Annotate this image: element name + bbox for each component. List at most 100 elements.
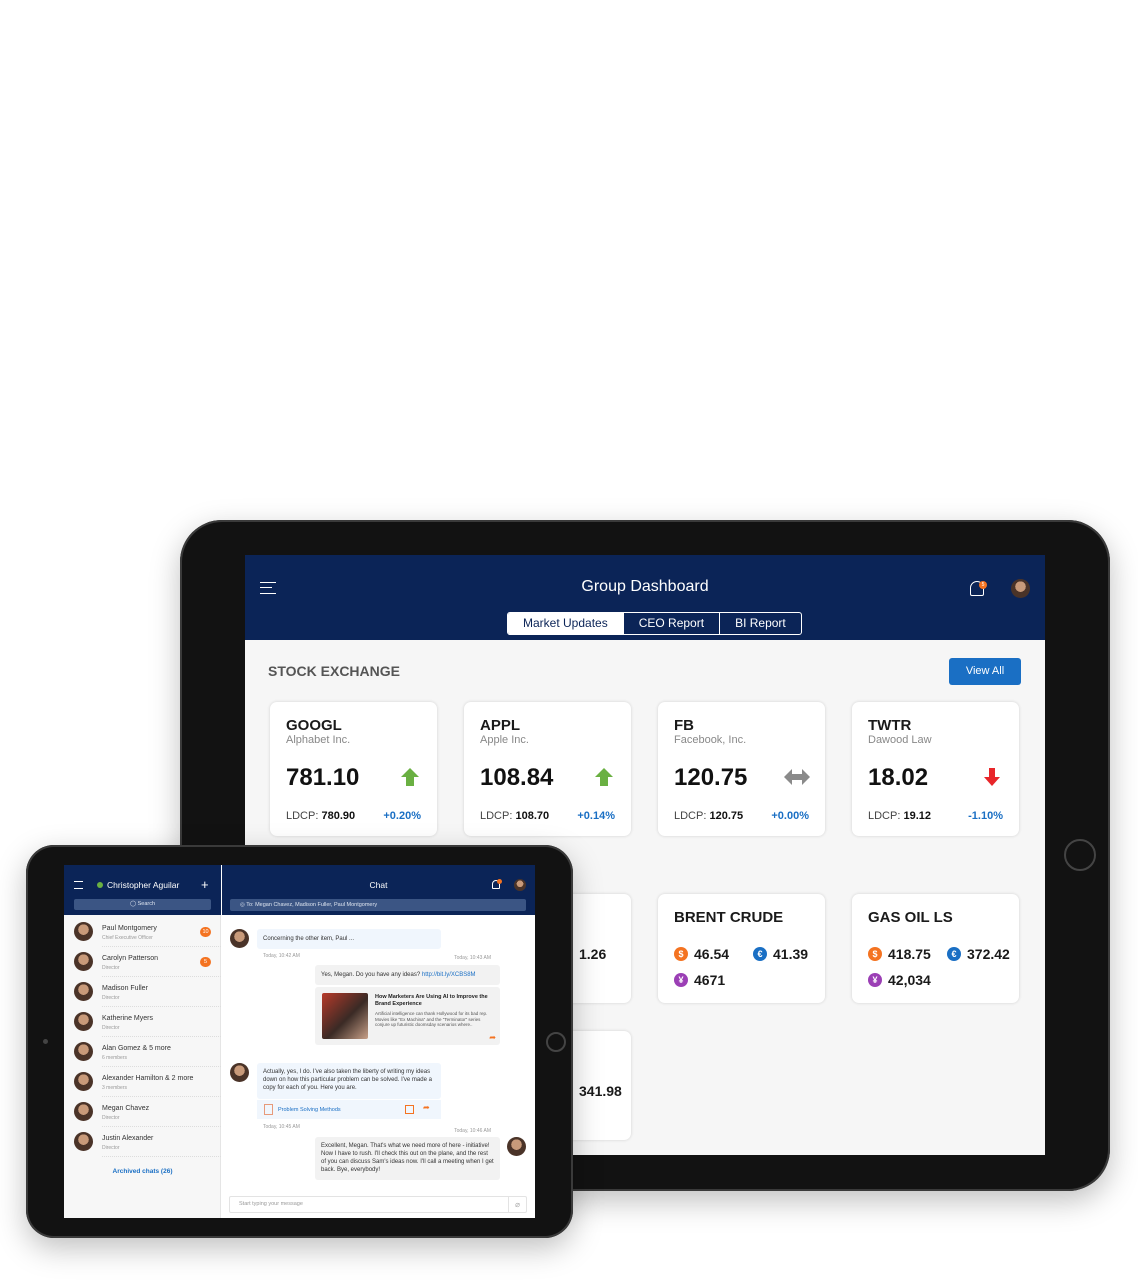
search-placeholder: Search [137, 901, 156, 907]
megan-avatar [230, 1063, 249, 1082]
user-avatar[interactable] [514, 879, 526, 891]
attachment-row[interactable]: Problem Solving Methods ➦ [257, 1099, 441, 1119]
arrow-down-icon [984, 768, 1000, 786]
stock-card[interactable]: APPL Apple Inc. 108.84 LDCP: 108.70 +0.1… [464, 702, 631, 836]
ldcp-value: 120.75 [709, 810, 744, 822]
user-avatar[interactable] [1011, 579, 1030, 598]
ldcp: LDCP: 780.90 [286, 810, 355, 822]
message-bubble: Concerning the other item, Paul ... [257, 929, 441, 949]
recipients-field[interactable]: ◎ To: Megan Chavez, Madison Fuller, Paul… [230, 899, 526, 911]
tab-ceo-report[interactable]: CEO Report [622, 613, 719, 634]
jpy-value: 42,034 [888, 972, 931, 988]
ldcp-label: LDCP: [674, 810, 707, 822]
unread-badge: 5 [200, 957, 211, 967]
ldcp: LDCP: 19.12 [868, 810, 931, 822]
contact-list-item[interactable]: Megan Chavez Director [64, 1097, 221, 1127]
price-change: +0.20% [383, 810, 421, 822]
contact-list-item[interactable]: Madison Fuller Director [64, 977, 221, 1007]
price-change: +0.14% [577, 810, 615, 822]
chat-sidebar: Christopher Aguilar + ◯ Search Paul Mont… [64, 865, 221, 1218]
stock-card[interactable]: GOOGL Alphabet Inc. 781.10 LDCP: 780.90 … [270, 702, 437, 836]
tab-market-updates[interactable]: Market Updates [508, 613, 623, 634]
commodity-name: BRENT CRUDE [674, 909, 784, 926]
contact-avatar [74, 1042, 93, 1061]
link-preview-card[interactable]: How Marketers Are Using AI to Improve th… [315, 987, 500, 1045]
stock-price: 781.10 [286, 764, 360, 791]
contact-avatar [74, 982, 93, 1001]
commodity-card[interactable]: GAS OIL LS $418.75 €372.42 ¥42,034 [852, 894, 1019, 1003]
contact-list-item[interactable]: Paul Montgomery Chief Executive Officer … [64, 917, 221, 947]
view-all-button[interactable]: View All [949, 658, 1021, 685]
commodity-card[interactable]: BRENT CRUDE $46.54 €41.39 ¥4671 [658, 894, 825, 1003]
contact-name: Carolyn Patterson [102, 955, 159, 962]
commodity-name: GAS OIL LS [868, 909, 953, 926]
price-change: +0.00% [771, 810, 809, 822]
message-text: Yes, Megan. Do you have any ideas? [321, 972, 421, 978]
stock-symbol: APPL [480, 717, 521, 734]
document-icon [264, 1104, 273, 1115]
new-chat-plus-icon[interactable]: + [201, 878, 209, 891]
message-link[interactable]: http://bit.ly/XCBS8M [422, 972, 476, 978]
contact-list-item[interactable]: Justin Alexander Director [64, 1127, 221, 1157]
ldcp-label: LDCP: [286, 810, 319, 822]
contact-role: Director [102, 1025, 120, 1031]
paul-avatar [507, 1137, 526, 1156]
contact-list-item[interactable]: Alan Gomez & 5 more 6 members [64, 1037, 221, 1067]
stock-card[interactable]: FB Facebook, Inc. 120.75 LDCP: 120.75 +0… [658, 702, 825, 836]
chat-screen: Christopher Aguilar + ◯ Search Paul Mont… [64, 865, 535, 1218]
stock-card[interactable]: TWTR Dawood Law 18.02 LDCP: 19.12 -1.10% [852, 702, 1019, 836]
contact-role: Director [102, 1145, 120, 1151]
message-timestamp: Today, 10:42 AM [263, 953, 300, 959]
share-icon[interactable]: ➦ [489, 1033, 496, 1042]
contact-list-item[interactable]: Carolyn Patterson Director 5 [64, 947, 221, 977]
company-name: Alphabet Inc. [286, 734, 351, 746]
ldcp-value: 19.12 [903, 810, 931, 822]
contact-name: Katherine Myers [102, 1015, 153, 1022]
contact-avatar [74, 1102, 93, 1121]
save-icon[interactable] [405, 1105, 414, 1114]
link-preview-image [322, 993, 368, 1039]
contact-list-item[interactable]: Katherine Myers Director [64, 1007, 221, 1037]
stock-symbol: GOOGL [286, 717, 342, 734]
section-title: STOCK EXCHANGE [268, 663, 400, 679]
link-preview-description: Artificial intelligence can thank Hollyw… [375, 1011, 488, 1027]
tab-bi-report[interactable]: BI Report [719, 613, 801, 634]
contact-role: Chief Executive Officer [102, 935, 153, 941]
contact-avatar [74, 922, 93, 941]
contact-name: Madison Fuller [102, 985, 148, 992]
page-title: Group Dashboard [581, 578, 709, 595]
euro-icon: € [753, 947, 767, 961]
paperclip-icon[interactable]: ⌀ [508, 1197, 526, 1212]
stock-price: 108.84 [480, 764, 554, 791]
chat-header: Chat ◎ To: Megan Chavez, Madison Fuller,… [222, 865, 535, 915]
megan-avatar [230, 929, 249, 948]
message-input[interactable]: Start typing your message ⌀ [229, 1196, 527, 1213]
jpy-value: 4671 [694, 972, 726, 988]
stock-price: 120.75 [674, 764, 748, 791]
arrow-up-icon [401, 768, 419, 786]
menu-icon[interactable] [74, 881, 83, 889]
unread-badge: 10 [200, 927, 211, 937]
eur-value: 372.42 [967, 946, 1010, 962]
large-tablet-home-button [1064, 839, 1096, 871]
share-icon[interactable]: ➦ [423, 1103, 430, 1112]
arrow-left-right-icon [784, 769, 810, 785]
small-tablet-home-button [546, 1032, 566, 1052]
company-name: Facebook, Inc. [674, 734, 747, 746]
ldcp: LDCP: 108.70 [480, 810, 549, 822]
usd-value: 46.54 [694, 946, 730, 962]
contact-list-item[interactable]: Alexander Hamilton & 2 more 3 members [64, 1067, 221, 1097]
input-placeholder: Start typing your message [239, 1201, 303, 1207]
ldcp-value: 780.90 [321, 810, 356, 822]
usd-price: $46.54 [674, 946, 729, 962]
ldcp-value: 108.70 [515, 810, 550, 822]
attachment-name[interactable]: Problem Solving Methods [278, 1107, 341, 1113]
dollar-icon: $ [674, 947, 688, 961]
contact-name: Justin Alexander [102, 1135, 154, 1142]
search-input[interactable]: ◯ Search [74, 899, 211, 910]
stock-symbol: TWTR [868, 717, 912, 734]
company-name: Apple Inc. [480, 734, 529, 746]
archived-chats-link[interactable]: Archived chats (26) [64, 1168, 221, 1175]
arrow-up-icon [595, 768, 613, 786]
ldcp-label: LDCP: [868, 810, 901, 822]
